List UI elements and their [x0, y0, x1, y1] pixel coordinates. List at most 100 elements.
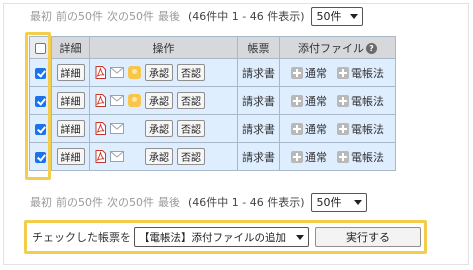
reject-button[interactable]: 否認 — [177, 148, 205, 165]
detail-cell: 詳細 — [51, 114, 90, 143]
bulk-action-value: 【電帳法】添付ファイルの追加 — [139, 231, 286, 244]
pager-first-link[interactable]: 最初 — [30, 194, 52, 210]
header-operation: 操作 — [89, 36, 238, 59]
plus-icon — [291, 94, 303, 107]
stamp-icon[interactable] — [128, 94, 141, 107]
row-select-cell — [29, 114, 52, 143]
pager-last-link[interactable]: 最後 — [158, 194, 180, 210]
plus-icon — [337, 150, 349, 163]
row-select-checkbox[interactable] — [35, 67, 46, 79]
add-ebook-attachment-label: 電帳法 — [351, 122, 384, 136]
row-select-checkbox[interactable] — [35, 151, 46, 163]
per-page-value: 50件 — [316, 10, 342, 23]
add-ebook-attachment-button[interactable]: 電帳法 — [337, 121, 384, 137]
add-normal-attachment-button[interactable]: 通常 — [291, 65, 327, 81]
reject-button[interactable]: 否認 — [177, 120, 205, 137]
header-attachments-label: 添付ファイル — [298, 41, 364, 55]
stamp-icon[interactable] — [128, 66, 141, 79]
per-page-value: 50件 — [316, 196, 342, 209]
row-select-cell — [29, 142, 52, 171]
pager-prev-link[interactable]: 前の50件 — [56, 194, 103, 210]
mail-icon[interactable] — [110, 67, 124, 78]
detail-button[interactable]: 詳細 — [56, 92, 85, 109]
approve-button[interactable]: 承認 — [145, 64, 173, 81]
row-select-cell — [29, 86, 52, 115]
add-normal-attachment-button[interactable]: 通常 — [291, 121, 327, 137]
bulk-action-label: チェックした帳票を — [32, 231, 131, 244]
add-ebook-attachment-label: 電帳法 — [351, 66, 384, 80]
row-select-checkbox[interactable] — [35, 95, 46, 107]
plus-icon — [337, 122, 349, 135]
doc-type-cell: 請求書 — [237, 58, 280, 87]
add-ebook-attachment-button[interactable]: 電帳法 — [337, 65, 384, 81]
approve-button[interactable]: 承認 — [145, 148, 173, 165]
detail-cell: 詳細 — [51, 142, 90, 171]
pager-last-link[interactable]: 最後 — [158, 8, 180, 24]
add-normal-attachment-button[interactable]: 通常 — [291, 93, 327, 109]
mail-icon[interactable] — [110, 123, 124, 134]
table-row: 詳細 承認 否認 請求書 通常 電帳法 — [29, 86, 396, 115]
stamp-placeholder — [128, 122, 141, 135]
pager-count: (46件中 1 - 46 件表示) — [188, 196, 305, 209]
add-normal-attachment-label: 通常 — [305, 150, 327, 164]
bulk-action-bar: チェックした帳票を 【電帳法】添付ファイルの追加 実行する — [24, 220, 427, 254]
doc-type-label: 請求書 — [242, 94, 275, 108]
help-icon[interactable]: ? — [366, 43, 377, 54]
doc-type-label: 請求書 — [242, 66, 275, 80]
table-row: 詳細 承認 否認 請求書 通常 電帳法 — [29, 142, 396, 171]
pdf-icon[interactable] — [95, 150, 106, 163]
attachments-cell: 通常 電帳法 — [279, 114, 396, 143]
approve-button[interactable]: 承認 — [145, 92, 173, 109]
header-detail: 詳細 — [51, 36, 90, 59]
pager-bottom: 最初 前の50件 次の50件 最後 (46件中 1 - 46 件表示) 50件 — [30, 192, 367, 212]
select-all-checkbox[interactable] — [35, 42, 46, 54]
pdf-icon[interactable] — [95, 94, 106, 107]
detail-button[interactable]: 詳細 — [56, 120, 85, 137]
row-select-cell — [29, 58, 52, 87]
pager-prev-link[interactable]: 前の50件 — [56, 8, 103, 24]
operation-cell: 承認 否認 — [89, 142, 238, 171]
plus-icon — [337, 94, 349, 107]
detail-button[interactable]: 詳細 — [56, 148, 85, 165]
per-page-select[interactable]: 50件 — [310, 192, 367, 212]
chevron-down-icon — [353, 199, 362, 205]
stamp-placeholder — [128, 150, 141, 163]
approve-button[interactable]: 承認 — [145, 120, 173, 137]
operation-cell: 承認 否認 — [89, 86, 238, 115]
header-attachments: 添付ファイル? — [279, 36, 396, 59]
mail-icon[interactable] — [110, 95, 124, 106]
doc-type-cell: 請求書 — [237, 114, 280, 143]
add-ebook-attachment-button[interactable]: 電帳法 — [337, 149, 384, 165]
execute-button[interactable]: 実行する — [315, 227, 421, 247]
detail-cell: 詳細 — [51, 86, 90, 115]
row-select-checkbox[interactable] — [35, 123, 46, 135]
pager-top: 最初 前の50件 次の50件 最後 (46件中 1 - 46 件表示) 50件 — [30, 6, 363, 26]
attachments-cell: 通常 電帳法 — [279, 142, 396, 171]
detail-cell: 詳細 — [51, 58, 90, 87]
add-normal-attachment-button[interactable]: 通常 — [291, 149, 327, 165]
doc-type-label: 請求書 — [242, 150, 275, 164]
detail-button[interactable]: 詳細 — [56, 64, 85, 81]
bulk-action-select[interactable]: 【電帳法】添付ファイルの追加 — [134, 227, 309, 247]
header-select-all-cell — [29, 36, 52, 59]
pdf-icon[interactable] — [95, 122, 106, 135]
doc-type-cell: 請求書 — [237, 142, 280, 171]
pager-next-link[interactable]: 次の50件 — [107, 194, 154, 210]
add-ebook-attachment-button[interactable]: 電帳法 — [337, 93, 384, 109]
reject-button[interactable]: 否認 — [177, 64, 205, 81]
per-page-select[interactable]: 50件 — [310, 6, 363, 26]
table-row: 詳細 承認 否認 請求書 通常 電帳法 — [29, 58, 396, 87]
pager-next-link[interactable]: 次の50件 — [107, 8, 154, 24]
pager-first-link[interactable]: 最初 — [30, 8, 52, 24]
table-row: 詳細 承認 否認 請求書 通常 電帳法 — [29, 114, 396, 143]
chevron-down-icon — [349, 13, 358, 19]
operation-cell: 承認 否認 — [89, 58, 238, 87]
add-ebook-attachment-label: 電帳法 — [351, 94, 384, 108]
operation-cell: 承認 否認 — [89, 114, 238, 143]
doc-type-label: 請求書 — [242, 122, 275, 136]
reject-button[interactable]: 否認 — [177, 92, 205, 109]
add-normal-attachment-label: 通常 — [305, 94, 327, 108]
mail-icon[interactable] — [110, 151, 124, 162]
header-doc-type: 帳票 — [237, 36, 280, 59]
pdf-icon[interactable] — [95, 66, 106, 79]
